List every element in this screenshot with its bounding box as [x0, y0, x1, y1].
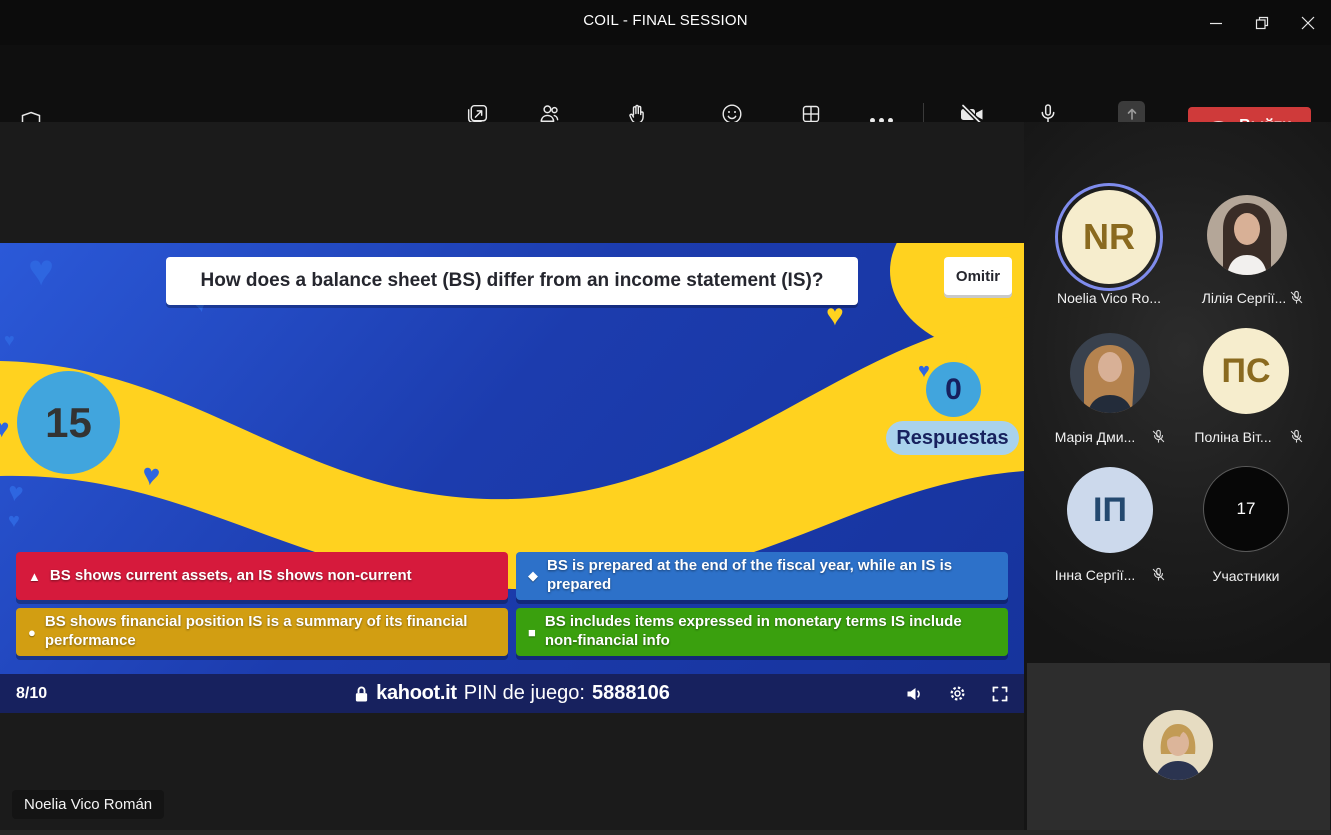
window-title: COIL - FINAL SESSION	[0, 12, 1331, 29]
window-bottom-edge	[0, 830, 1331, 835]
participant-name: Лілія Сергії...	[1185, 290, 1303, 306]
diamond-icon: ◆	[528, 568, 538, 584]
lock-icon	[354, 685, 369, 703]
meeting-toolbar: --:-- Контент Участники	[0, 45, 1331, 122]
fullscreen-icon[interactable]	[992, 686, 1008, 702]
speaking-indicator-ring: NR	[1055, 183, 1163, 291]
heart-icon	[8, 511, 20, 531]
avatar: NR	[1062, 190, 1156, 284]
question-text: How does a balance sheet (BS) differ fro…	[201, 270, 824, 292]
answer-options: ▲ BS shows current assets, an IS shows n…	[16, 552, 1008, 656]
participant-tile-noelia[interactable]: NR	[1055, 183, 1163, 291]
square-icon: ■	[528, 625, 536, 640]
heart-icon	[4, 331, 15, 349]
volume-icon[interactable]	[906, 686, 923, 702]
answer-text: BS shows financial position IS is a summ…	[45, 613, 494, 651]
triangle-icon: ▲	[28, 569, 41, 584]
mic-off-icon	[1151, 429, 1166, 449]
participant-tile-inna[interactable]: ІП	[1067, 467, 1153, 553]
restore-button[interactable]	[1239, 0, 1285, 45]
mic-off-icon	[1151, 567, 1166, 587]
participant-name: Поліна Віт...	[1178, 429, 1288, 445]
answers-label: Respuestas	[896, 427, 1008, 450]
heart-icon	[28, 249, 54, 293]
question-box: How does a balance sheet (BS) differ fro…	[166, 257, 858, 305]
window-controls	[1193, 0, 1331, 45]
participant-tile-mariia[interactable]	[1070, 333, 1150, 418]
mic-off-icon	[1289, 429, 1304, 449]
avatar: ІП	[1067, 467, 1153, 553]
overflow-participants-tile[interactable]: 17	[1203, 466, 1289, 552]
avatar	[1070, 333, 1150, 413]
participant-tile-liliia[interactable]	[1207, 195, 1287, 280]
answer-text: BS shows current assets, an IS shows non…	[50, 567, 412, 586]
participant-name: Марія Дми...	[1040, 429, 1150, 445]
answer-option-diamond[interactable]: ◆ BS is prepared at the end of the fisca…	[516, 552, 1008, 600]
mic-off-icon	[1289, 290, 1304, 310]
participant-tile-polina[interactable]: ПС	[1203, 328, 1289, 414]
heart-icon	[826, 301, 844, 331]
circle-icon: ●	[28, 625, 36, 640]
kahoot-footer-bar: 8/10 kahoot.it PIN de juego: 5888106	[0, 674, 1024, 713]
answers-label-pill: Respuestas	[886, 421, 1019, 455]
timer-value: 15	[45, 399, 92, 447]
countdown-timer: 15	[17, 371, 120, 474]
answer-option-triangle[interactable]: ▲ BS shows current assets, an IS shows n…	[16, 552, 508, 600]
answer-option-square[interactable]: ■ BS includes items expressed in monetar…	[516, 608, 1008, 656]
avatar	[1143, 710, 1213, 780]
skip-question-button[interactable]: Omitir	[944, 257, 1012, 295]
answers-count: 0	[945, 373, 962, 407]
participant-name: Інна Сергії...	[1040, 567, 1150, 583]
minimize-button[interactable]	[1193, 0, 1239, 45]
self-view-tile[interactable]	[1027, 663, 1330, 831]
heart-icon	[0, 415, 9, 441]
close-button[interactable]	[1285, 0, 1331, 45]
title-bar: COIL - FINAL SESSION	[0, 0, 1331, 45]
answer-option-circle[interactable]: ● BS shows financial position IS is a su…	[16, 608, 508, 656]
answer-text: BS is prepared at the end of the fiscal …	[547, 557, 994, 595]
participants-count: 17	[1203, 466, 1289, 552]
answer-text: BS includes items expressed in monetary …	[545, 613, 994, 651]
participant-name: Noelia Vico Ro...	[1034, 290, 1184, 306]
avatar	[1207, 195, 1287, 275]
participants-overflow-label: Участники	[1191, 568, 1301, 584]
presenter-name-tag: Noelia Vico Román	[12, 790, 164, 819]
avatar: ПС	[1203, 328, 1289, 414]
settings-gear-icon[interactable]	[949, 685, 966, 702]
shared-kahoot-video: How does a balance sheet (BS) differ fro…	[0, 243, 1024, 713]
answers-count-bubble: 0	[926, 362, 981, 417]
meeting-window: COIL - FINAL SESSION --:--	[0, 0, 1331, 835]
pin-value: 5888106	[592, 682, 670, 705]
kahoot-site: kahoot.it	[376, 682, 457, 705]
pin-label: PIN de juego:	[464, 682, 585, 705]
